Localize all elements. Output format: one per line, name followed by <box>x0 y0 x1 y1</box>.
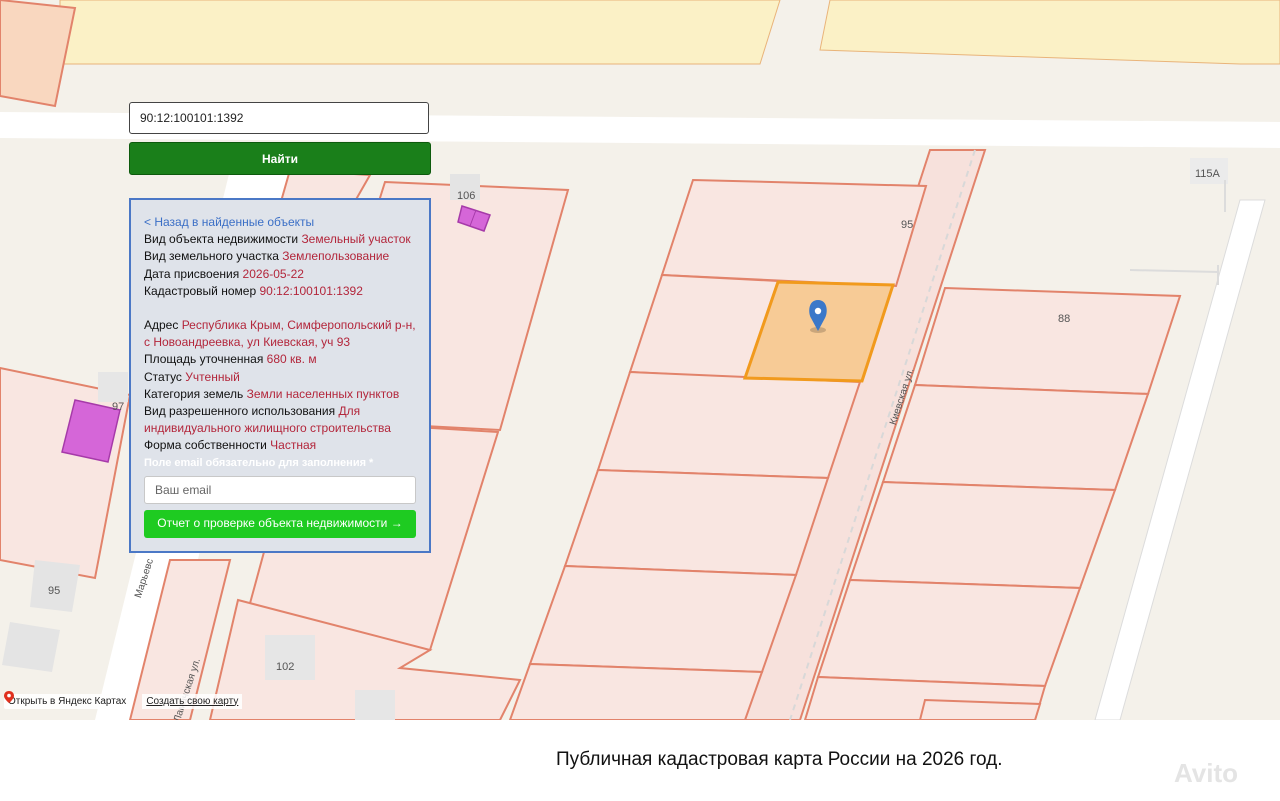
search-button[interactable]: Найти <box>129 142 431 175</box>
map-number-label: 102 <box>276 661 295 673</box>
use-row: Вид разрешенного использования Для индив… <box>144 403 416 437</box>
report-button[interactable]: Отчет о проверке объекта недвижимости → <box>144 509 416 538</box>
avito-watermark: Avito <box>1174 758 1239 788</box>
ownership-row: Форма собственности Частная <box>144 437 416 454</box>
map-number-label: 106 <box>457 190 476 202</box>
category-row: Категория земель Земли населенных пункто… <box>144 386 416 403</box>
map-number-label: 88 <box>1058 313 1071 325</box>
building <box>98 372 128 402</box>
info-value: Земельный участок <box>301 232 411 247</box>
page-caption: Публичная кадастровая карта России на 20… <box>556 749 1003 770</box>
map-number-label: 95 <box>48 585 61 597</box>
parcel-polygon <box>563 468 830 577</box>
info-label: Вид земельного участка <box>144 249 279 264</box>
info-label: Вид разрешенного использования <box>144 404 336 419</box>
parcel-polygon <box>528 564 798 674</box>
info-label: Форма собственности <box>144 438 267 453</box>
info-value: Землепользование <box>282 249 390 264</box>
email-required-note: Поле email обязательно для заполнения * <box>144 456 374 469</box>
ownership-value: Частная <box>270 438 317 453</box>
info-row: Вид объекта недвижимости Земельный участ… <box>144 231 416 248</box>
info-value: 90:12:100101:1392 <box>259 283 363 298</box>
info-value: 2026-05-22 <box>242 266 304 281</box>
building <box>265 635 315 680</box>
object-info-panel: < Назад в найденные объекты Вид объекта … <box>129 198 431 553</box>
yandex-attribution-bar: Открыть в Яндекс Картах Создать свою кар… <box>4 691 243 711</box>
area-value: 680 кв. м <box>266 352 317 367</box>
open-in-yandex-link[interactable]: Открыть в Яндекс Картах <box>4 691 133 709</box>
building <box>2 622 60 672</box>
info-label: Статус <box>144 369 182 384</box>
parcel-polygon <box>816 578 1082 688</box>
email-field[interactable] <box>144 475 416 504</box>
back-link[interactable]: < Назад в найденные объекты <box>144 214 416 231</box>
map-pin-icon <box>4 691 14 703</box>
info-label: Адрес <box>144 318 179 333</box>
map-number-label: 95 <box>901 219 914 231</box>
parcel-polygon <box>918 698 1042 720</box>
info-label: Вид объекта недвижимости <box>144 232 299 247</box>
info-label: Категория земель <box>144 386 244 401</box>
info-row: Вид земельного участка Землепользование <box>144 248 416 265</box>
info-label: Площадь уточненная <box>144 352 264 367</box>
address-value: Республика Крым, Симферопольский р-н, с … <box>144 318 416 350</box>
parcel-polygon <box>0 0 77 108</box>
building <box>355 690 395 720</box>
zone-area <box>819 0 1280 65</box>
category-value: Земли населенных пунктов <box>246 386 400 401</box>
info-row: Дата присвоения 2026-05-22 <box>144 266 416 283</box>
cadastral-map[interactable]: 106 115А 95 88 97 95 102 Киевская ул. Ма… <box>0 0 1280 720</box>
map-number-label: 115А <box>1195 168 1220 180</box>
info-label: Дата присвоения <box>144 266 240 281</box>
parcel-polygon <box>848 480 1117 590</box>
parcel-polygon <box>508 662 764 720</box>
parcel-polygon <box>596 370 862 480</box>
search-input[interactable] <box>129 102 429 134</box>
zone-area <box>59 0 781 65</box>
map-number-label: 97 <box>112 401 125 413</box>
status-row: Статус Учтенный <box>144 369 416 386</box>
parcel-polygon <box>913 286 1182 396</box>
parcel-polygon <box>881 383 1150 492</box>
area-row: Площадь уточненная 680 кв. м <box>144 351 416 368</box>
parcel-polygon <box>660 178 928 288</box>
info-row: Кадастровый номер 90:12:100101:1392 <box>144 283 416 300</box>
open-in-yandex-label: Открыть в Яндекс Картах <box>8 695 127 707</box>
create-map-link[interactable]: Создать свою карту <box>142 693 243 709</box>
status-value: Учтенный <box>185 369 240 384</box>
address-row: Адрес Республика Крым, Симферопольский р… <box>144 317 416 351</box>
info-label: Кадастровый номер <box>144 283 257 298</box>
